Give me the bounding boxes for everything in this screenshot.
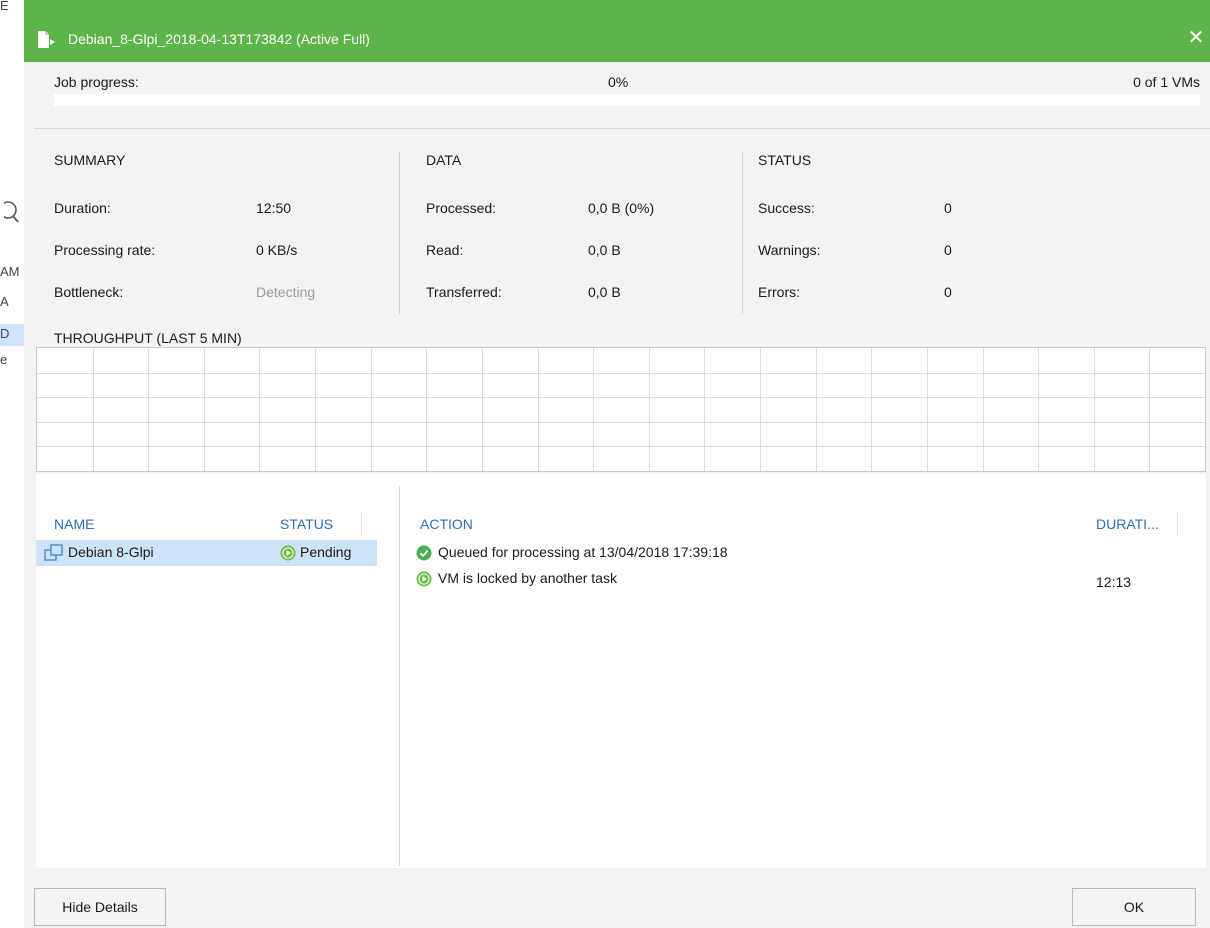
job-progress-bar (54, 94, 1200, 106)
column-header-status[interactable]: STATUS (280, 516, 333, 532)
background-fragment: E (0, 0, 9, 13)
panel-divider (399, 486, 400, 866)
status-errors-value: 0 (944, 284, 952, 300)
status-success-value: 0 (944, 200, 952, 216)
dialog-body: Job progress: 0% 0 of 1 VMs SUMMARY Dura… (24, 62, 1210, 928)
data-transferred-value: 0,0 B (588, 284, 621, 300)
search-icon (0, 200, 22, 231)
summary-duration-value: 12:50 (256, 200, 292, 216)
column-header-duration[interactable]: DURATI... (1096, 516, 1159, 532)
success-check-icon (416, 545, 432, 564)
throughput-grid (37, 348, 1205, 471)
background-window: E AM A D e (0, 0, 25, 928)
vm-list-row[interactable]: Debian 8-Glpi Pending (36, 540, 377, 566)
data-processed-value: 0,0 B (0%) (588, 200, 655, 216)
job-progress-label: Job progress: (54, 74, 139, 90)
data-heading: DATA (426, 152, 462, 168)
summary-duration-label: Duration: (54, 200, 111, 216)
status-heading: STATUS (758, 152, 812, 168)
vm-name: Debian 8-Glpi (68, 544, 154, 560)
ok-button[interactable]: OK (1072, 888, 1196, 926)
throughput-title: THROUGHPUT (LAST 5 MIN) (54, 330, 242, 346)
background-fragment: AM (0, 264, 20, 279)
vm-icon (44, 544, 64, 565)
details-panel: NAME STATUS Debian 8-Glpi Pending ACTION… (36, 474, 1206, 868)
pending-play-icon (280, 545, 296, 564)
dialog-title: Debian_8-Glpi_2018-04-13T173842 (Active … (68, 31, 370, 47)
data-read-value: 0,0 B (588, 242, 621, 258)
summary-heading: SUMMARY (54, 152, 126, 168)
section-divider (742, 152, 743, 314)
status-errors-label: Errors: (758, 284, 800, 300)
hide-details-button[interactable]: Hide Details (34, 888, 166, 926)
action-text: VM is locked by another task (438, 570, 617, 586)
section-divider (399, 152, 400, 314)
column-header-action[interactable]: ACTION (420, 516, 473, 532)
backup-job-icon (36, 30, 58, 53)
status-warnings-value: 0 (944, 242, 952, 258)
summary-processing-rate-value: 0 KB/s (256, 242, 298, 258)
status-warnings-label: Warnings: (758, 242, 821, 258)
background-fragment: D (0, 326, 10, 341)
divider (34, 128, 1210, 129)
action-row: Queued for processing at 13/04/2018 17:3… (416, 540, 1196, 566)
job-progress-vm-count: 0 of 1 VMs (1133, 74, 1200, 90)
dialog-title-bar[interactable]: Debian_8-Glpi_2018-04-13T173842 (Active … (24, 14, 1210, 62)
summary-bottleneck-label: Bottleneck: (54, 284, 124, 300)
summary-processing-rate-label: Processing rate: (54, 242, 156, 258)
summary-bottleneck-value: Detecting (256, 284, 316, 300)
column-divider (1177, 512, 1178, 536)
background-fragment: e (0, 352, 8, 367)
action-text: Queued for processing at 13/04/2018 17:3… (438, 544, 728, 560)
status-success-label: Success: (758, 200, 815, 216)
data-transferred-label: Transferred: (426, 284, 502, 300)
throughput-chart (36, 347, 1206, 472)
background-fragment: A (0, 294, 9, 309)
action-row: VM is locked by another task 12:13 (416, 566, 1196, 592)
close-icon[interactable]: ✕ (1182, 24, 1210, 52)
column-divider (361, 512, 362, 536)
column-header-name[interactable]: NAME (54, 516, 94, 532)
vm-status: Pending (300, 544, 352, 560)
data-processed-label: Processed: (426, 200, 497, 216)
job-progress-percent: 0% (608, 74, 629, 90)
pending-play-icon (416, 571, 432, 590)
data-read-label: Read: (426, 242, 464, 258)
action-duration: 12:13 (1096, 574, 1132, 590)
